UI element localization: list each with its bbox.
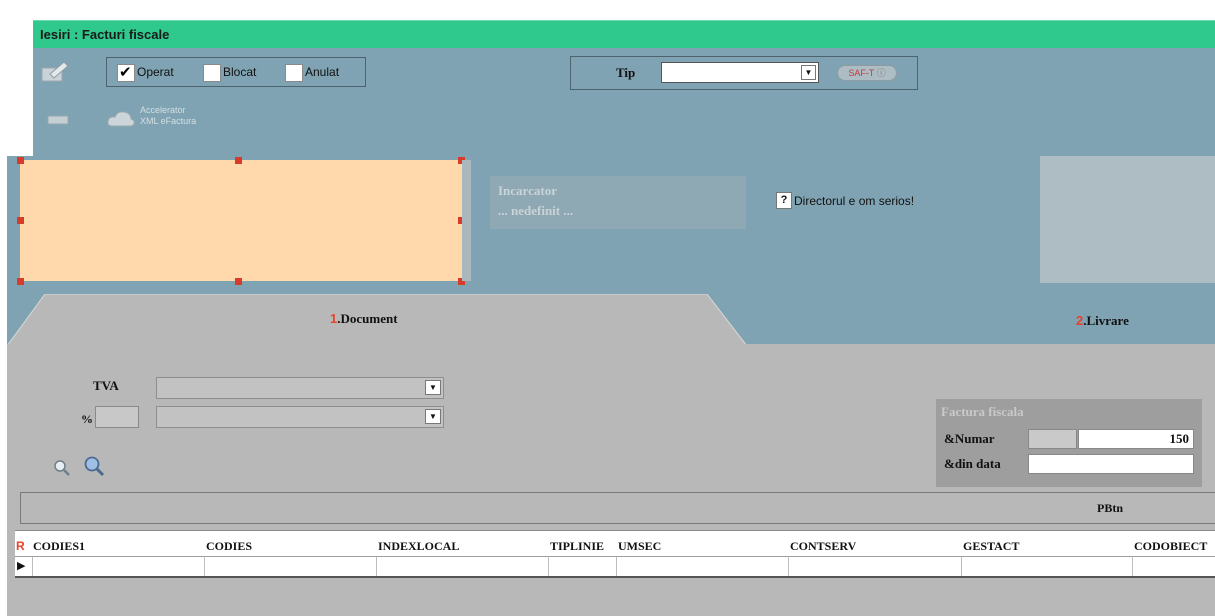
tip-group: Tip ▼ SAF-T ⓘ	[570, 56, 918, 90]
grid-header-tiplinie[interactable]: TIPLINIE	[550, 539, 604, 554]
operat-label: Operat	[137, 65, 174, 79]
grid-header-codies[interactable]: CODIES	[206, 539, 252, 554]
row-pointer-icon: ▶	[17, 560, 26, 572]
resize-handle[interactable]	[17, 278, 24, 285]
image-placeholder[interactable]	[20, 160, 462, 281]
operat-checkbox-box[interactable]	[117, 63, 135, 82]
tva-label: TVA	[93, 378, 119, 393]
card-icon[interactable]	[46, 112, 72, 128]
checkbox-operat[interactable]: Operat	[117, 63, 199, 83]
numar-label: &Numar	[944, 431, 995, 446]
blocat-label: Blocat	[223, 65, 257, 79]
loader-box: Incarcator ... nedefinit ...	[490, 176, 746, 229]
loader-value: ... nedefinit ...	[498, 203, 574, 218]
tab-document-label: .Document	[337, 311, 398, 326]
percent-select[interactable]: ▼	[156, 406, 444, 428]
data-label: &din data	[944, 456, 1001, 471]
grid-row-marker: R	[16, 539, 25, 553]
cell-divider	[204, 557, 205, 576]
info-icon: ⓘ	[876, 68, 886, 78]
saft-badge[interactable]: SAF-T ⓘ	[837, 65, 897, 81]
chevron-down-icon[interactable]: ▼	[425, 380, 441, 395]
tip-label: Tip	[616, 65, 636, 80]
grid-empty-area	[15, 578, 1215, 616]
invoice-group-title: Factura fiscala	[941, 404, 1024, 419]
saft-badge-label: SAF-T	[848, 68, 875, 78]
cell-divider	[376, 557, 377, 576]
help-text: Directorul e om serios!	[794, 194, 915, 208]
grid-header-codies1[interactable]: CODIES1	[33, 539, 85, 554]
help-icon: ?	[776, 192, 792, 209]
resize-handle[interactable]	[17, 217, 24, 224]
cell-divider	[32, 557, 33, 576]
cloud-icon[interactable]	[106, 108, 136, 130]
data-input[interactable]	[1028, 454, 1194, 474]
chevron-down-icon[interactable]: ▼	[425, 409, 441, 424]
percent-label: %	[81, 412, 93, 426]
advanced-search-icon[interactable]	[82, 455, 106, 479]
accelerator-line2: XML eFactura	[140, 116, 197, 126]
cell-divider	[1132, 557, 1133, 576]
edit-icon[interactable]	[40, 58, 70, 84]
resize-handle[interactable]	[17, 157, 24, 164]
accelerator-line1: Accelerator	[140, 105, 186, 115]
grid-header-umsec[interactable]: UMSEC	[618, 539, 661, 554]
window-title-bar: Iesiri : Facturi fiscale	[33, 20, 1215, 48]
resize-handle[interactable]	[235, 278, 242, 285]
grid-header-indexlocal[interactable]: INDEXLOCAL	[378, 539, 459, 554]
loader-title: Incarcator	[498, 183, 557, 198]
tab-livrare-label: .Livrare	[1083, 313, 1129, 328]
tip-select[interactable]: ▼	[661, 62, 819, 83]
blocat-checkbox-box[interactable]	[203, 64, 221, 82]
pbtn-label: PBtn	[1097, 501, 1124, 515]
header-panel-right	[1040, 156, 1215, 283]
numar-value: 150	[1169, 431, 1190, 446]
grid-header-codobiect[interactable]: CODOBIECT	[1134, 539, 1207, 554]
cell-divider	[788, 557, 789, 576]
tab-livrare[interactable]: 2.Livrare	[1076, 313, 1166, 331]
chevron-down-icon[interactable]: ▼	[801, 65, 816, 80]
numar-input[interactable]: 150	[1078, 429, 1194, 449]
pbtn-bar[interactable]: PBtn	[20, 492, 1215, 524]
cell-divider	[961, 557, 962, 576]
checkbox-blocat[interactable]: Blocat	[203, 63, 281, 83]
numar-series-input[interactable]	[1028, 429, 1077, 449]
cell-divider	[548, 557, 549, 576]
accelerator-efactura-button[interactable]: Accelerator XML eFactura	[140, 105, 240, 135]
tva-select[interactable]: ▼	[156, 377, 444, 399]
table-row[interactable]: ▶	[15, 556, 1215, 578]
invoice-group: Factura fiscala &Numar 150 &din data	[936, 399, 1202, 487]
image-placeholder-divider	[462, 160, 471, 281]
tab-document[interactable]: 1.Document	[330, 311, 450, 329]
checkbox-anulat[interactable]: Anulat	[285, 63, 363, 83]
percent-input[interactable]	[95, 406, 139, 428]
grid-header-contserv[interactable]: CONTSERV	[790, 539, 856, 554]
cell-divider	[616, 557, 617, 576]
search-icon[interactable]	[52, 458, 72, 478]
anulat-checkbox-box[interactable]	[285, 64, 303, 82]
help-link[interactable]: ? Directorul e om serios!	[776, 192, 976, 210]
resize-handle[interactable]	[235, 157, 242, 164]
window-title: Iesiri : Facturi fiscale	[40, 27, 170, 42]
grid-header-gestact[interactable]: GESTACT	[963, 539, 1019, 554]
anulat-label: Anulat	[305, 65, 340, 79]
status-checkbox-group: Operat Blocat Anulat	[106, 57, 366, 87]
